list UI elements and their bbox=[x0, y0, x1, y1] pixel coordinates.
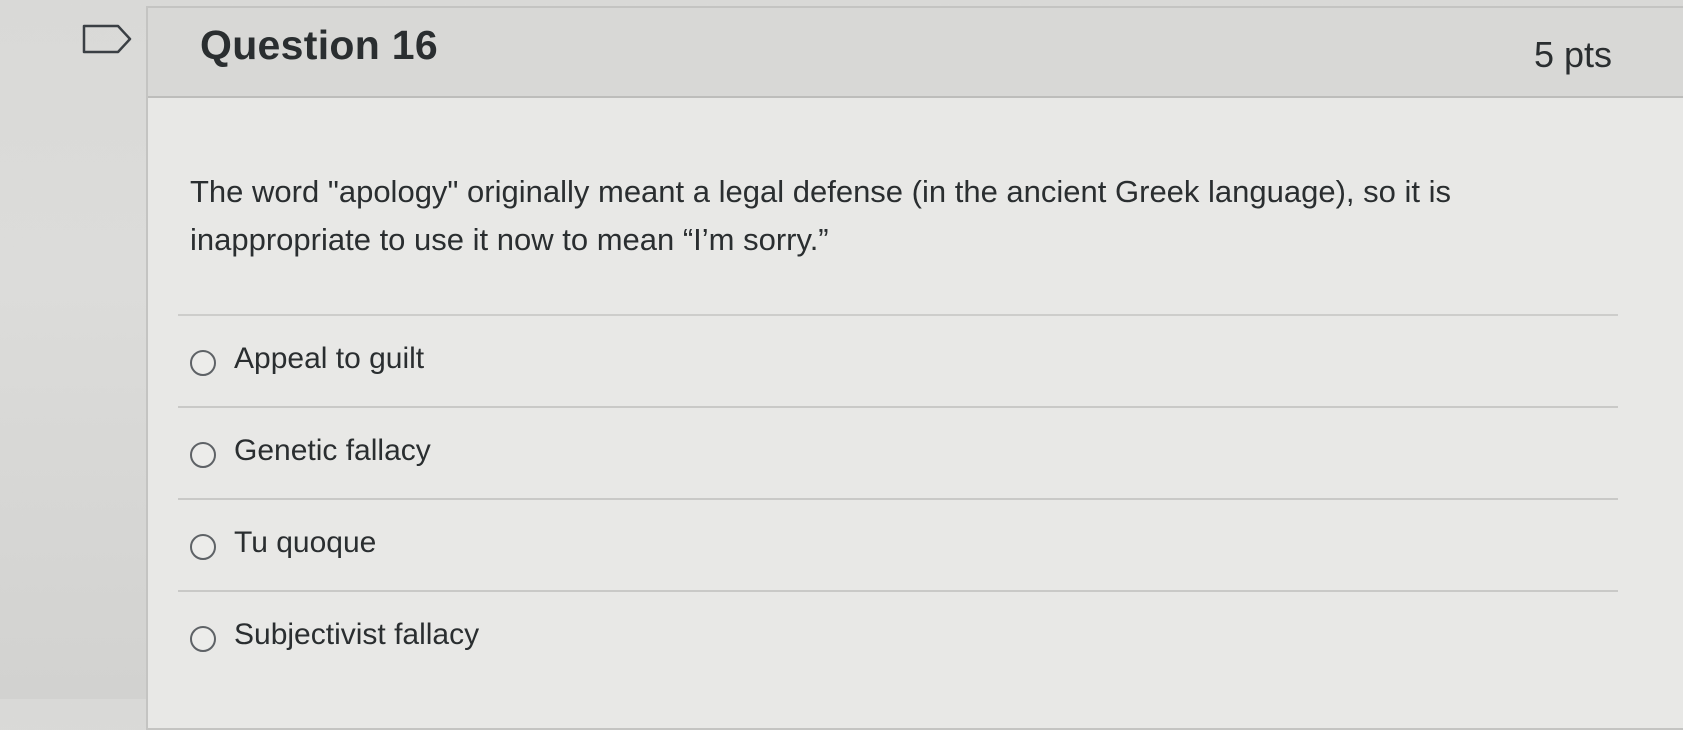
answer-label[interactable]: Subjectivist fallacy bbox=[234, 618, 479, 652]
answer-label[interactable]: Appeal to guilt bbox=[234, 342, 424, 376]
question-header: Question 16 5 pts bbox=[148, 8, 1683, 98]
flag-question-icon[interactable] bbox=[82, 24, 132, 54]
radio-button[interactable] bbox=[190, 442, 216, 468]
radio-button[interactable] bbox=[190, 626, 216, 652]
answer-label[interactable]: Tu quoque bbox=[234, 526, 376, 560]
question-title: Question 16 bbox=[200, 22, 438, 68]
answer-option[interactable]: Genetic fallacy bbox=[178, 406, 1618, 498]
question-points: 5 pts bbox=[1534, 34, 1613, 75]
answer-option[interactable]: Appeal to guilt bbox=[178, 314, 1618, 406]
question-card: Question 16 5 pts The word "apology" ori… bbox=[146, 6, 1683, 730]
question-text: The word "apology" originally meant a le… bbox=[190, 174, 1452, 257]
radio-button[interactable] bbox=[190, 534, 216, 560]
answer-option[interactable]: Tu quoque bbox=[178, 498, 1618, 590]
answer-label[interactable]: Genetic fallacy bbox=[234, 434, 431, 468]
answer-option[interactable]: Subjectivist fallacy bbox=[178, 590, 1618, 682]
radio-button[interactable] bbox=[190, 350, 216, 376]
answer-list: Appeal to guilt Genetic fallacy Tu quoqu… bbox=[178, 314, 1618, 682]
